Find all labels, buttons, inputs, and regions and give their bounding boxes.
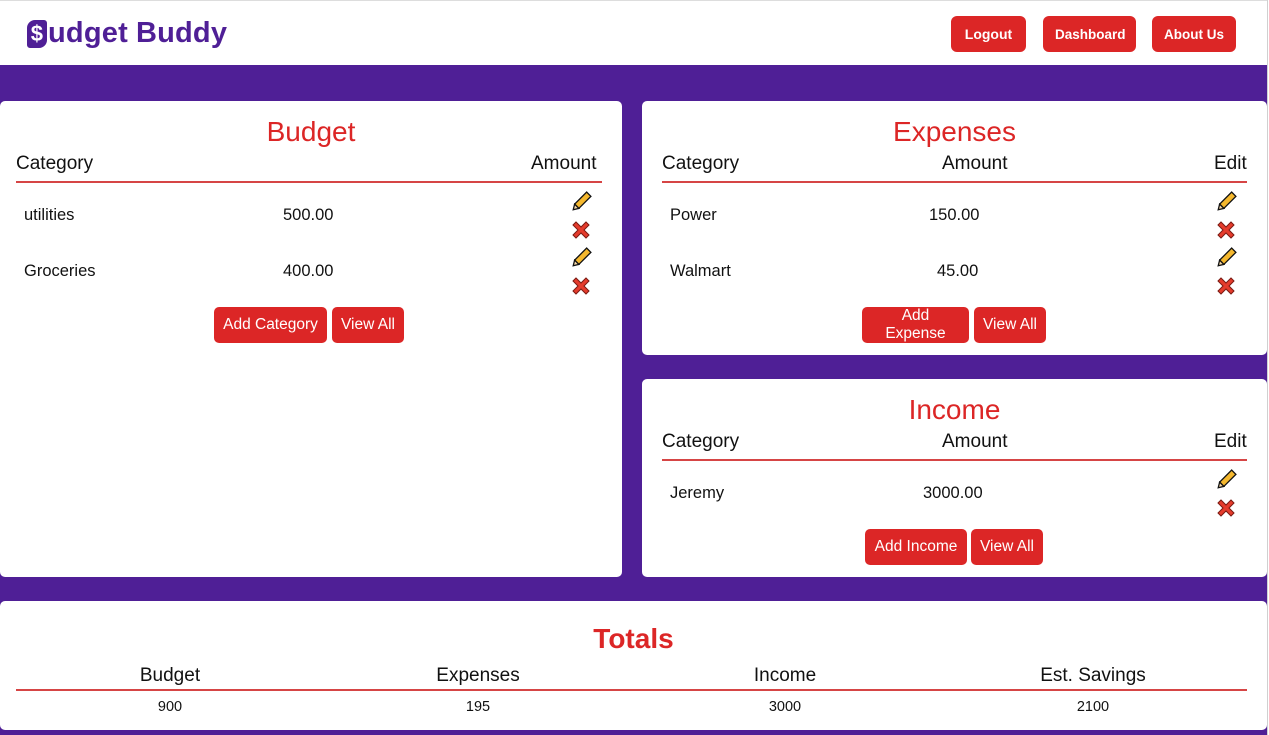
expenses-title: Expenses	[893, 116, 1016, 147]
income-header-rule	[662, 459, 1247, 461]
budget-card: Budget Category Amount utilities 500.00 …	[0, 101, 622, 577]
totals-value-income: 3000	[768, 699, 802, 715]
app-logo[interactable]: $ udget Buddy	[27, 17, 227, 50]
expense-row-amount: 150.00	[929, 206, 980, 224]
income-title: Income	[908, 394, 1001, 425]
budget-row-category: utilities	[24, 206, 75, 224]
navbar: $ udget Buddy Logout Dashboard About Us	[0, 0, 1267, 65]
x-icon[interactable]	[1214, 218, 1238, 242]
income-col-amount: Amount	[942, 431, 1008, 452]
view-all-expenses-button[interactable]: View All	[974, 307, 1046, 343]
expenses-col-amount: Amount	[942, 153, 1008, 174]
add-income-button[interactable]: Add Income	[865, 529, 967, 565]
pencil-icon[interactable]	[1214, 468, 1238, 492]
totals-card: Totals Budget Expenses Income Est. Savin…	[0, 601, 1267, 730]
totals-header-expenses: Expenses	[436, 665, 520, 686]
totals-header-savings: Est. Savings	[1040, 665, 1146, 686]
expense-row-amount: 45.00	[937, 262, 979, 280]
totals-value-savings: 2100	[1076, 699, 1110, 715]
totals-header-budget: Budget	[139, 665, 201, 686]
expense-row-category: Power	[670, 206, 717, 224]
add-expense-button[interactable]: Add Expense	[862, 307, 969, 343]
x-icon[interactable]	[1214, 274, 1238, 298]
expenses-col-category: Category	[662, 153, 740, 174]
pencil-icon[interactable]	[569, 190, 593, 214]
logo-part2: Buddy	[135, 17, 228, 49]
dollar-icon: $	[27, 19, 47, 48]
budget-row-category: Groceries	[24, 262, 96, 280]
pencil-icon[interactable]	[569, 246, 593, 270]
expense-row-category: Walmart	[670, 262, 731, 280]
dashboard-button[interactable]: Dashboard	[1043, 16, 1136, 52]
add-category-button[interactable]: Add Category	[214, 307, 327, 343]
income-col-edit: Edit	[1214, 431, 1247, 452]
totals-header-income: Income	[753, 665, 817, 686]
x-icon[interactable]	[1214, 496, 1238, 520]
budget-row-amount: 400.00	[283, 262, 334, 280]
budget-col-amount: Amount	[531, 153, 597, 174]
totals-value-expenses: 195	[465, 699, 491, 715]
totals-value-budget: 900	[157, 699, 183, 715]
income-row-category: Jeremy	[670, 484, 725, 502]
logout-button[interactable]: Logout	[951, 16, 1026, 52]
income-card: Income Category Amount Edit Jeremy 3000.…	[642, 379, 1267, 577]
budget-row-amount: 500.00	[283, 206, 334, 224]
income-col-category: Category	[662, 431, 740, 452]
totals-title: Totals	[593, 623, 674, 654]
budget-title: Budget	[266, 116, 356, 147]
budget-col-category: Category	[16, 153, 94, 174]
view-all-budget-button[interactable]: View All	[332, 307, 404, 343]
expenses-card: Expenses Category Amount Edit Power 150.…	[642, 101, 1267, 355]
logo-part1: udget	[48, 17, 128, 49]
expenses-col-edit: Edit	[1214, 153, 1247, 174]
expenses-header-rule	[662, 181, 1247, 183]
pencil-icon[interactable]	[1214, 246, 1238, 270]
budget-header-rule	[16, 181, 602, 183]
income-row-amount: 3000.00	[923, 484, 983, 502]
about-us-button[interactable]: About Us	[1152, 16, 1236, 52]
totals-header-rule	[16, 689, 1247, 691]
view-all-income-button[interactable]: View All	[971, 529, 1043, 565]
x-icon[interactable]	[569, 218, 593, 242]
x-icon[interactable]	[569, 274, 593, 298]
pencil-icon[interactable]	[1214, 190, 1238, 214]
